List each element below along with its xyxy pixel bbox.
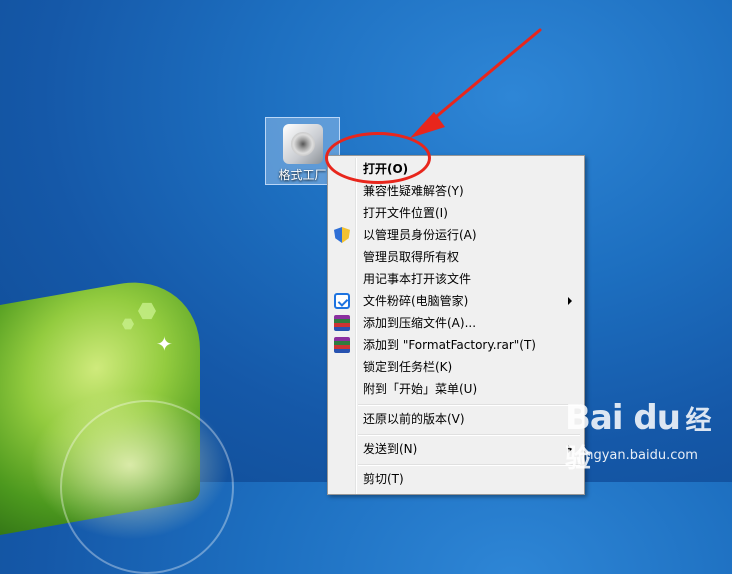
watermark-url: jingyan.baidu.com	[578, 448, 698, 463]
baidu-watermark: Bai du 经验	[565, 398, 732, 475]
watermark-logo: Bai du	[565, 398, 681, 438]
